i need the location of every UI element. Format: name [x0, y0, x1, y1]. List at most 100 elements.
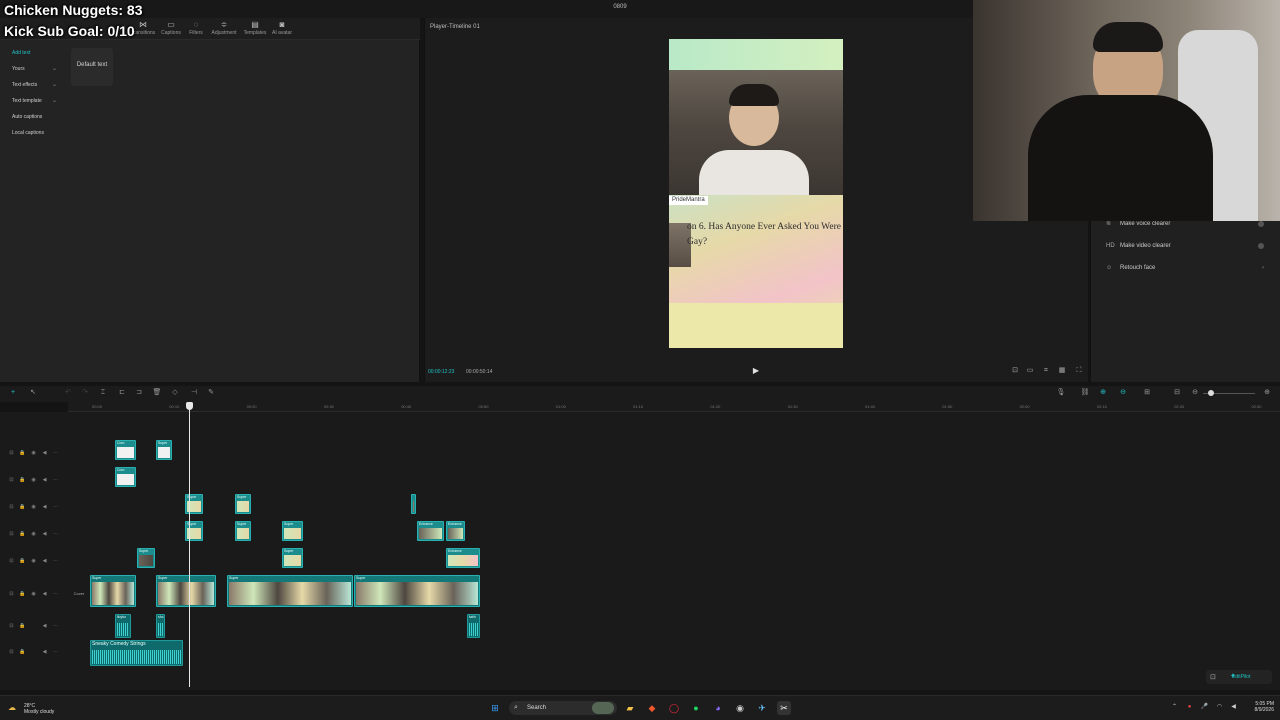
eye-icon[interactable]: ◉ — [28, 504, 39, 510]
eye-icon[interactable]: ◉ — [28, 450, 39, 456]
obs-icon[interactable]: ◉ — [733, 701, 747, 715]
sidebar-item-local-captions[interactable]: Local captions — [6, 127, 60, 139]
lock-icon[interactable]: ⊡ — [6, 649, 17, 655]
opera-icon[interactable]: ◯ — [667, 701, 681, 715]
marker-icon[interactable]: ◇ — [170, 388, 180, 398]
eye-icon[interactable]: ◉ — [28, 591, 39, 597]
more-icon[interactable]: ⋯ — [50, 531, 61, 537]
toggle[interactable] — [1258, 243, 1264, 249]
audio-clip[interactable]: lloybo — [115, 614, 131, 638]
chevron-up-icon[interactable]: ⌃ — [1170, 703, 1179, 712]
zoom-fit-icon[interactable]: ⌗ — [1041, 366, 1051, 376]
retouch-face-option[interactable]: ☺ Retouch face › — [1100, 260, 1270, 276]
tab-ai-avatar[interactable]: ◙ AI avatar — [267, 20, 297, 36]
quality-icon[interactable]: ▦ — [1057, 366, 1067, 376]
redo-icon[interactable]: ↷ — [80, 388, 90, 398]
fit-icon[interactable]: ⊟ — [1172, 388, 1182, 398]
default-text-tile[interactable]: Default text — [71, 48, 113, 86]
feedback-icon[interactable]: ⊡ — [1210, 673, 1216, 681]
play-button[interactable]: ▶ — [751, 366, 761, 376]
enhance-clip[interactable]: Enhance — [446, 521, 465, 541]
more-icon[interactable]: ⋯ — [50, 477, 61, 483]
video-clip[interactable]: Super — [354, 575, 480, 607]
lock-icon[interactable]: 🔒 — [17, 477, 28, 483]
effect-clip[interactable]: Super — [282, 548, 303, 568]
audio-icon[interactable]: ◀ — [39, 591, 50, 597]
lock-icon[interactable]: 🔒 — [17, 623, 28, 629]
lock-icon[interactable]: 🔒 — [17, 591, 28, 597]
audio-icon[interactable]: ◀ — [39, 450, 50, 456]
lock-icon[interactable]: ⊡ — [6, 504, 17, 510]
brave-browser-icon[interactable]: ◆ — [645, 701, 659, 715]
magic-icon[interactable]: ✎ — [206, 388, 216, 398]
lock-icon[interactable]: ⊡ — [6, 531, 17, 537]
zoom-in-icon[interactable]: ⊕ — [1262, 388, 1272, 398]
text-clip[interactable]: Com — [115, 467, 136, 487]
weather-cloud-icon[interactable]: ☁ — [8, 703, 16, 712]
music-clip[interactable]: Sneaky Comedy Strings — [90, 640, 183, 666]
taskbar-clock[interactable]: 5:05 PM 8/9/2026 — [1244, 701, 1274, 713]
effect-clip[interactable]: Super — [235, 521, 251, 541]
video-clip[interactable]: Super — [156, 575, 216, 607]
effect-clip[interactable]: Super — [185, 521, 203, 541]
playhead[interactable] — [189, 402, 190, 687]
video-clip[interactable]: Super — [90, 575, 136, 607]
audio-icon[interactable]: ◀ — [39, 477, 50, 483]
effect-clip[interactable] — [411, 494, 416, 514]
tray-app-icon[interactable]: ● — [1185, 703, 1194, 712]
preview-axis-icon[interactable]: ⊞ — [1142, 388, 1152, 398]
trim-right-icon[interactable]: ⊐ — [134, 388, 144, 398]
eye-icon[interactable]: ◉ — [28, 477, 39, 483]
lock-icon[interactable]: 🔒 — [17, 558, 28, 564]
capcut-icon[interactable]: ✂ — [777, 701, 791, 715]
volume-icon[interactable]: ◀ — [1229, 703, 1238, 712]
steam-icon[interactable]: ✈ — [755, 701, 769, 715]
select-tool-icon[interactable]: ↖ — [28, 388, 38, 398]
video-preview[interactable]: PrideMantra on 6. Has Anyone Ever Asked … — [669, 39, 843, 348]
more-icon[interactable]: ⋯ — [50, 450, 61, 456]
split-icon[interactable]: ⌶ — [98, 388, 108, 398]
windows-start-icon[interactable]: ⊞ — [488, 701, 502, 715]
wifi-icon[interactable]: ◠ — [1215, 703, 1224, 712]
effect-clip[interactable]: Super — [235, 494, 251, 514]
more-icon[interactable]: ⋯ — [50, 504, 61, 510]
make-video-clearer-option[interactable]: HD Make video clearer — [1100, 238, 1270, 254]
discord-icon[interactable]: ◕ — [711, 701, 725, 715]
zoom-out-icon[interactable]: ⊖ — [1190, 388, 1200, 398]
mic-icon[interactable]: 🎙 — [1056, 388, 1066, 398]
ratio-icon[interactable]: ▭ — [1025, 366, 1035, 376]
more-icon[interactable]: ⋯ — [50, 591, 61, 597]
add-track-icon[interactable]: + — [8, 388, 18, 398]
audio-clip[interactable]: shc — [156, 614, 165, 638]
more-icon[interactable]: ⋯ — [50, 649, 61, 655]
lock-icon[interactable]: 🔒 — [17, 450, 28, 456]
lock-icon[interactable]: ⊡ — [6, 623, 17, 629]
delete-icon[interactable]: 🗑 — [152, 388, 162, 398]
freeze-icon[interactable]: ⊣ — [189, 388, 199, 398]
lock-icon[interactable]: ⊡ — [6, 558, 17, 564]
sidebar-item-add-text[interactable]: Add text — [6, 47, 60, 59]
more-icon[interactable]: ⋯ — [50, 623, 61, 629]
lock-icon[interactable]: ⊡ — [6, 450, 17, 456]
audio-icon[interactable]: ◀ — [39, 504, 50, 510]
lock-icon[interactable]: 🔒 — [17, 504, 28, 510]
link-icon[interactable]: ⛓ — [1080, 388, 1090, 398]
fullscreen-icon[interactable]: ⛶ — [1074, 366, 1084, 376]
sidebar-item-text-effects[interactable]: Text effects ⌄ — [6, 79, 60, 91]
mic-tray-icon[interactable]: 🎤 — [1200, 703, 1209, 712]
sidebar-item-auto-captions[interactable]: Auto captions — [6, 111, 60, 123]
file-explorer-icon[interactable]: ▰ — [623, 701, 637, 715]
enhance-clip[interactable]: Enhance — [446, 548, 480, 568]
lock-icon[interactable]: 🔒 — [17, 649, 28, 655]
snap-icon[interactable]: ⊕ — [1098, 388, 1108, 398]
playhead-handle[interactable] — [186, 402, 193, 410]
audio-icon[interactable]: ◀ — [39, 649, 50, 655]
audio-icon[interactable]: ◀ — [39, 623, 50, 629]
crop-icon[interactable]: ⊡ — [1010, 366, 1020, 376]
text-clip[interactable]: Com — [115, 440, 136, 460]
lock-icon[interactable]: ⊡ — [6, 477, 17, 483]
sidebar-item-text-template[interactable]: Text template ⌄ — [6, 95, 60, 107]
toggle[interactable] — [1258, 221, 1264, 227]
eye-icon[interactable]: ◉ — [28, 531, 39, 537]
audio-icon[interactable]: ◀ — [39, 531, 50, 537]
